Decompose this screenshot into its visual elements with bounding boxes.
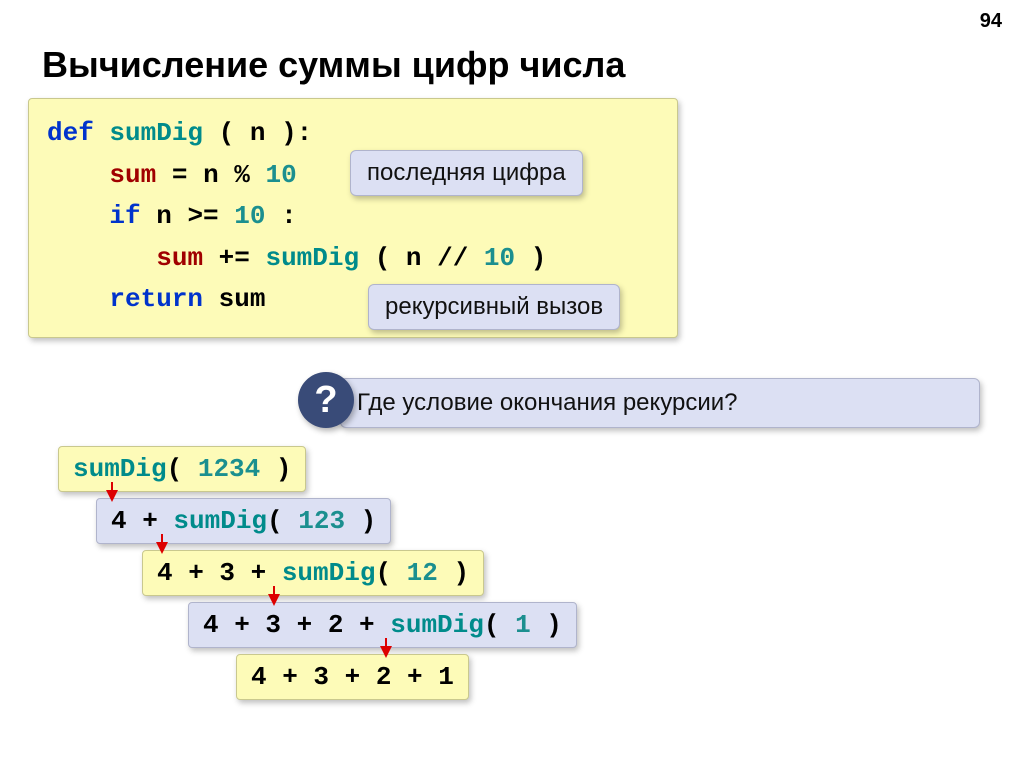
code-line-3: if n >= 10 : — [47, 196, 659, 238]
keyword-def: def — [47, 118, 94, 148]
question-text: Где условие окончания рекурсии? — [340, 378, 980, 428]
number-literal: 10 — [234, 201, 265, 231]
fn-name: sumDig — [282, 558, 376, 588]
keyword-if: if — [109, 201, 140, 231]
code-text: ) — [531, 243, 547, 273]
paren: ( — [484, 610, 515, 640]
callout-recursive-call: рекурсивный вызов — [368, 284, 620, 330]
step-0: sumDig( 1234 ) — [58, 446, 306, 492]
paren: ( — [375, 558, 406, 588]
code-text: : — [281, 201, 297, 231]
code-text: = — [172, 160, 203, 190]
code-text: += — [219, 243, 266, 273]
fn-name: sumDig — [390, 610, 484, 640]
step-4: 4 + 3 + 2 + 1 — [236, 654, 469, 700]
slide-title: Вычисление суммы цифр числа — [42, 44, 625, 86]
code-text: ( n // — [375, 243, 484, 273]
text: 4 + 3 + 2 + — [203, 610, 390, 640]
paren: ( — [167, 454, 198, 484]
callout-last-digit: последняя цифра — [350, 150, 583, 196]
code-text: n >= — [156, 201, 234, 231]
var-sum: sum — [109, 160, 156, 190]
code-text: n % — [203, 160, 265, 190]
paren: ) — [260, 454, 291, 484]
number-literal: 1 — [515, 610, 531, 640]
paren: ) — [438, 558, 469, 588]
code-text: sum — [219, 284, 266, 314]
keyword-return: return — [109, 284, 203, 314]
page-number: 94 — [980, 10, 1002, 33]
number-literal: 10 — [484, 243, 515, 273]
fn-name: sumDig — [73, 454, 167, 484]
text: 4 + — [111, 506, 173, 536]
question-icon: ? — [298, 372, 354, 428]
code-line-4: sum += sumDig ( n // 10 ) — [47, 238, 659, 280]
question-mark: ? — [314, 379, 337, 422]
paren: ) — [531, 610, 562, 640]
code-line-1: def sumDig ( n ): — [47, 113, 659, 155]
number-literal: 1234 — [198, 454, 260, 484]
number-literal: 10 — [265, 160, 296, 190]
step-3: 4 + 3 + 2 + sumDig( 1 ) — [188, 602, 577, 648]
fn-name: sumDig — [173, 506, 267, 536]
fn-name: sumDig — [109, 118, 203, 148]
paren: ( — [267, 506, 298, 536]
fn-name: sumDig — [265, 243, 359, 273]
step-2: 4 + 3 + sumDig( 12 ) — [142, 550, 484, 596]
text: 4 + 3 + — [157, 558, 282, 588]
var-sum: sum — [156, 243, 203, 273]
paren: ) — [345, 506, 376, 536]
code-text: ( n ): — [219, 118, 313, 148]
step-1: 4 + sumDig( 123 ) — [96, 498, 391, 544]
number-literal: 12 — [407, 558, 438, 588]
number-literal: 123 — [298, 506, 345, 536]
